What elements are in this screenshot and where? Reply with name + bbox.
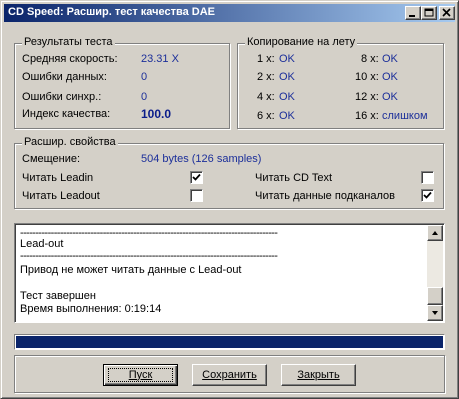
log-line: Тест завершен — [20, 290, 96, 302]
log-separator: ----------------------------------------… — [20, 250, 278, 262]
button-panel: Пуск Сохранить Закрыть — [14, 355, 445, 393]
copy-speed-label: 8 x: — [361, 53, 379, 65]
log-scrollbar[interactable] — [427, 225, 443, 321]
avg-speed-label: Средняя скорость: — [22, 53, 118, 65]
close-button[interactable]: Закрыть — [281, 364, 356, 386]
quality-index-value: 100.0 — [141, 107, 172, 121]
window-title: CD Speed: Расшир. тест качества DAE — [8, 6, 216, 18]
title-bar[interactable]: CD Speed: Расшир. тест качества DAE — [4, 4, 455, 22]
copy-speed-label: 12 x: — [355, 91, 379, 103]
copy-speed-value: OK — [382, 71, 398, 83]
extended-properties-group: Расшир. свойства Смещение: 504 bytes (12… — [14, 136, 444, 209]
checkmark-icon — [423, 191, 432, 199]
data-errors-value: 0 — [141, 71, 148, 83]
data-errors-label: Ошибки данных: — [22, 71, 107, 83]
arrow-up-icon — [432, 231, 438, 235]
copy-speed-label: 16 x: — [355, 110, 379, 122]
read-leadout-checkbox[interactable] — [190, 189, 203, 202]
offset-label: Смещение: — [22, 153, 81, 165]
copy-speed-value: OK — [279, 71, 295, 83]
minimize-icon — [409, 15, 415, 17]
copy-speed-value: OK — [382, 53, 398, 65]
copy-on-the-fly-group: Копирование на лету 1 x: OK 2 x: OK 4 x:… — [237, 36, 444, 129]
copy-speed-label: 1 x: — [257, 53, 275, 65]
test-results-group: Результаты теста Средняя скорость: 23.31… — [14, 36, 230, 129]
copy-speed-value: OK — [279, 53, 295, 65]
avg-speed-value: 23.31 X — [141, 53, 179, 65]
quality-index-label: Индекс качества: — [22, 108, 111, 120]
offset-value: 504 bytes (126 samples) — [141, 153, 262, 165]
read-leadout-label: Читать Leadout — [22, 190, 100, 202]
read-subchannel-label: Читать данные подканалов — [255, 190, 395, 202]
maximize-button[interactable] — [421, 6, 437, 20]
arrow-down-icon — [432, 311, 438, 315]
log-line: Lead-out — [20, 238, 64, 250]
copy-speed-label: 10 x: — [355, 71, 379, 83]
minimize-button[interactable] — [405, 6, 421, 20]
save-button[interactable]: Сохранить — [192, 364, 267, 386]
log-line: Время выполнения: 0:19:14 — [20, 303, 162, 315]
test-results-title: Результаты теста — [22, 36, 115, 48]
read-leadin-checkbox[interactable] — [190, 171, 203, 184]
read-cd-text-label: Читать CD Text — [255, 172, 333, 184]
scroll-thumb[interactable] — [427, 287, 443, 305]
close-icon — [442, 8, 451, 17]
progress-fill — [16, 336, 443, 348]
copy-speed-label: 4 x: — [257, 91, 275, 103]
close-button-label: Закрыть — [297, 368, 340, 381]
progress-bar — [14, 334, 445, 350]
copy-speed-value: OK — [279, 91, 295, 103]
copy-speed-label: 6 x: — [257, 110, 275, 122]
scroll-down-button[interactable] — [427, 305, 443, 321]
save-button-label: Сохранить — [202, 368, 257, 381]
extended-properties-title: Расшир. свойства — [22, 136, 118, 148]
sync-errors-label: Ошибки синхр.: — [22, 91, 102, 103]
read-subchannel-checkbox[interactable] — [421, 189, 434, 202]
sync-errors-value: 0 — [141, 91, 148, 103]
checkmark-icon — [192, 173, 201, 181]
copy-speed-value: слишком — [382, 110, 428, 122]
copy-speed-value: OK — [279, 110, 295, 122]
scroll-up-button[interactable] — [427, 225, 443, 241]
copy-speed-label: 2 x: — [257, 71, 275, 83]
copy-speed-value: OK — [382, 91, 398, 103]
log-output[interactable]: ----------------------------------------… — [14, 223, 445, 323]
log-line: Привод не может читать данные с Lead-out — [20, 264, 242, 276]
read-cd-text-checkbox[interactable] — [421, 171, 434, 184]
maximize-icon — [424, 8, 434, 17]
dae-quality-test-window: CD Speed: Расшир. тест качества DAE Резу… — [0, 0, 459, 399]
start-button[interactable]: Пуск — [103, 364, 178, 386]
copy-on-the-fly-title: Копирование на лету — [245, 36, 358, 48]
close-window-button[interactable] — [439, 6, 455, 20]
read-leadin-label: Читать Leadin — [22, 172, 94, 184]
